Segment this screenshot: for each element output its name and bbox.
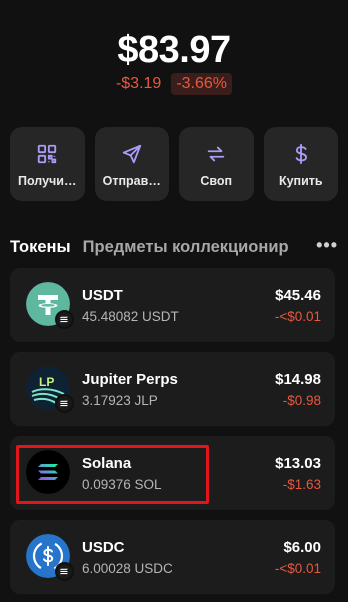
- token-change: -<$0.01: [274, 309, 321, 324]
- token-value: $6.00: [283, 539, 321, 556]
- token-amount: 6.00028 USDC: [82, 561, 173, 576]
- token-list: USDT 45.48082 USDT $45.46 -<$0.01 LP Jup…: [10, 268, 335, 602]
- send-button[interactable]: Отправ…: [94, 127, 169, 201]
- token-row-solana[interactable]: Solana 0.09376 SOL $13.03 -$1.63: [10, 436, 335, 510]
- total-balance: $83.97: [117, 29, 231, 71]
- token-row-usdc[interactable]: USDC 6.00028 USDC $6.00 -<$0.01: [10, 520, 335, 594]
- send-icon: [122, 144, 141, 164]
- token-change: -<$0.01: [274, 561, 321, 576]
- solana-chain-icon: [55, 310, 74, 329]
- dollar-icon: [295, 143, 307, 165]
- receive-label: Получи…: [18, 174, 77, 188]
- token-amount: 3.17923 JLP: [82, 393, 158, 408]
- solana-chain-icon: [55, 562, 74, 581]
- token-value: $45.46: [275, 287, 321, 304]
- token-change: -$1.63: [282, 477, 321, 492]
- solana-chain-icon: [55, 394, 74, 413]
- balance-change-amount: -$3.19: [115, 75, 162, 92]
- buy-label: Купить: [278, 174, 323, 188]
- token-row-jlp[interactable]: LP Jupiter Perps 3.17923 JLP $14.98 -$0.…: [10, 352, 335, 426]
- token-row-usdt[interactable]: USDT 45.48082 USDT $45.46 -<$0.01: [10, 268, 335, 342]
- token-amount: 0.09376 SOL: [82, 477, 162, 492]
- buy-button[interactable]: Купить: [263, 127, 338, 201]
- balance-change: -$3.19 -3.66%: [0, 73, 348, 95]
- tab-tokens[interactable]: Токены: [10, 238, 71, 257]
- solana-icon: [26, 450, 70, 494]
- token-name: USDT: [82, 287, 123, 304]
- balance-change-percent: -3.66%: [171, 73, 233, 95]
- svg-text:LP: LP: [39, 375, 54, 389]
- token-name: Jupiter Perps: [82, 371, 178, 388]
- token-change: -$0.98: [282, 393, 321, 408]
- swap-button[interactable]: Своп: [179, 127, 254, 201]
- token-name: Solana: [82, 455, 132, 472]
- send-label: Отправ…: [102, 174, 161, 188]
- tab-collectibles[interactable]: Предметы коллекционир: [83, 238, 301, 257]
- token-name: USDC: [82, 539, 125, 556]
- asset-tabs: Токены Предметы коллекционир •••: [10, 236, 338, 258]
- token-value: $14.98: [275, 371, 321, 388]
- token-amount: 45.48082 USDT: [82, 309, 179, 324]
- qr-code-icon: [38, 144, 57, 164]
- token-value: $13.03: [275, 455, 321, 472]
- action-bar: Получи… Отправ… Своп Купить: [10, 127, 338, 201]
- swap-label: Своп: [200, 174, 233, 188]
- more-icon[interactable]: •••: [316, 236, 338, 254]
- swap-icon: [208, 146, 225, 162]
- receive-button[interactable]: Получи…: [10, 127, 85, 201]
